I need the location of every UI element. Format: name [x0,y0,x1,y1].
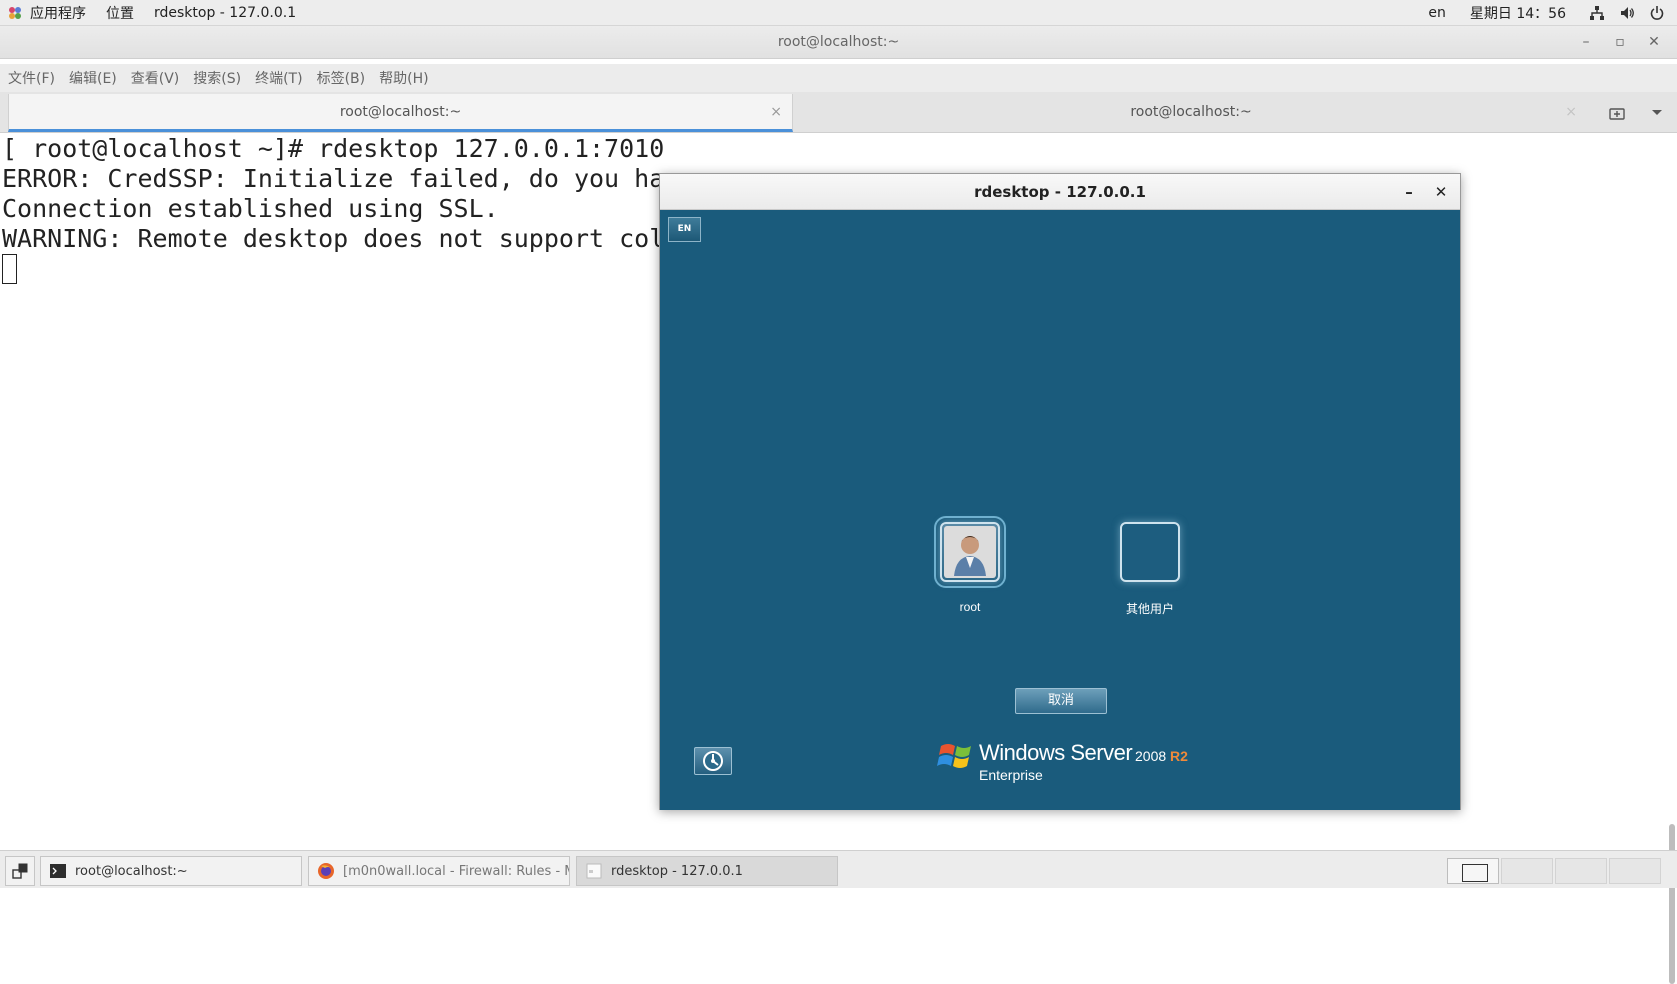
menu-edit[interactable]: 编辑(E) [69,68,117,88]
firefox-icon [318,863,334,879]
close-button[interactable]: ✕ [1639,26,1669,59]
menu-search[interactable]: 搜索(S) [193,68,241,88]
taskbar-item-label: root@localhost:~ [75,863,188,879]
remote-login-screen[interactable]: EN root 其他用户 取消 Windows Server 2008 R2 E… [660,210,1460,810]
applications-label: 应用程序 [30,5,86,22]
tab-terminal-1[interactable]: root@localhost:~ × [8,94,793,132]
user-label-other: 其他用户 [1125,602,1174,616]
tab-label: root@localhost:~ [339,104,462,120]
menu-terminal[interactable]: 终端(T) [255,68,302,88]
window-icon [586,863,602,879]
places-label: 位置 [106,5,134,22]
terminal-scrollbar[interactable] [1669,824,1675,984]
active-window-menu[interactable]: rdesktop - 127.0.0.1 [144,0,306,26]
bottom-taskbar: root@localhost:~ [m0n0wall.local - Firew… [0,850,1677,888]
input-language-indicator[interactable]: en [1418,0,1456,26]
taskbar-item-label: [m0n0wall.local - Firewall: Rules - M··· [343,863,570,879]
active-window-label: rdesktop - 127.0.0.1 [154,4,297,21]
terminal-menubar: 文件(F) 编辑(E) 查看(V) 搜索(S) 终端(T) 标签(B) 帮助(H… [0,64,1677,92]
brand-year: 2008 [1135,748,1167,764]
taskbar-item-label: rdesktop - 127.0.0.1 [611,863,743,879]
brand-r2: R2 [1170,748,1188,764]
applications-menu[interactable]: 应用程序 [28,0,96,26]
taskbar-item-rdesktop[interactable]: rdesktop - 127.0.0.1 [576,856,838,886]
tab-close-icon[interactable]: × [770,94,782,130]
brand-edition: Enterprise [979,767,1043,783]
terminal-titlebar[interactable]: root@localhost:~ – ▫ ✕ [0,26,1677,59]
network-icon[interactable] [1589,5,1605,21]
other-user-frame [1120,522,1180,582]
clock[interactable]: 星期日 14：56 [1460,0,1580,26]
cancel-button[interactable]: 取消 [1015,688,1107,714]
menu-view[interactable]: 查看(V) [131,68,180,88]
brand-windows-server: Windows Server [979,740,1133,765]
brand-version: 2008 R2 [1135,748,1188,764]
workspace-3[interactable] [1555,858,1607,884]
show-desktop-button[interactable] [5,856,35,886]
applications-icon [9,6,21,19]
rdesktop-title: rdesktop - 127.0.0.1 [974,183,1146,201]
ease-of-access-button[interactable] [694,747,732,775]
rdesktop-minimize-button[interactable]: – [1394,174,1424,210]
workspace-4[interactable] [1609,858,1661,884]
volume-icon[interactable] [1619,5,1635,21]
tab-terminal-2[interactable]: root@localhost:~ × [795,94,1587,132]
terminal-cursor [2,254,17,284]
rdesktop-window: rdesktop - 127.0.0.1 – ✕ EN root 其他用户 取消 [659,173,1461,810]
ease-of-access-icon [703,751,723,771]
places-menu[interactable]: 位置 [96,0,144,26]
input-language-label: en [1428,5,1446,21]
workspace-1[interactable] [1447,858,1499,884]
tab-label: root@localhost:~ [1130,104,1252,120]
user-tile-root[interactable]: root [934,516,1006,614]
power-icon[interactable] [1649,5,1665,21]
terminal-tabbar: root@localhost:~ × root@localhost:~ × [0,92,1677,133]
terminal-title: root@localhost:~ [777,34,900,50]
user-avatar-icon [944,526,996,578]
clock-label: 星期日 14：56 [1469,6,1566,22]
show-desktop-icon [12,863,28,879]
user-tile-other[interactable]: 其他用户 [1115,522,1185,617]
maximize-button[interactable]: ▫ [1605,26,1635,59]
windows-flag-icon [937,744,971,768]
windows-server-logo: Windows Server 2008 R2 Enterprise [937,734,1197,790]
terminal-line: [ root@localhost ~]# rdesktop 127.0.0.1:… [2,134,665,163]
workspace-2[interactable] [1501,858,1553,884]
language-indicator-button[interactable]: EN [668,217,701,242]
taskbar-item-firefox[interactable]: [m0n0wall.local - Firewall: Rules - M··· [308,856,570,886]
rdesktop-titlebar[interactable]: rdesktop - 127.0.0.1 – ✕ [660,174,1460,210]
taskbar-item-terminal[interactable]: root@localhost:~ [40,856,302,886]
new-tab-icon[interactable] [1598,92,1636,133]
terminal-icon [50,864,66,878]
user-avatar-frame [934,516,1006,588]
menu-tabs[interactable]: 标签(B) [317,68,366,88]
tab-close-icon[interactable]: × [1565,94,1577,130]
user-label-root: root [959,600,981,614]
minimize-button[interactable]: – [1571,26,1601,59]
top-panel: 应用程序 位置 rdesktop - 127.0.0.1 en 星期日 14：5… [0,0,1677,26]
menu-file[interactable]: 文件(F) [8,68,55,88]
rdesktop-close-button[interactable]: ✕ [1426,174,1456,210]
tab-list-chevron-down-icon[interactable] [1638,92,1676,133]
menu-help[interactable]: 帮助(H) [379,68,428,88]
